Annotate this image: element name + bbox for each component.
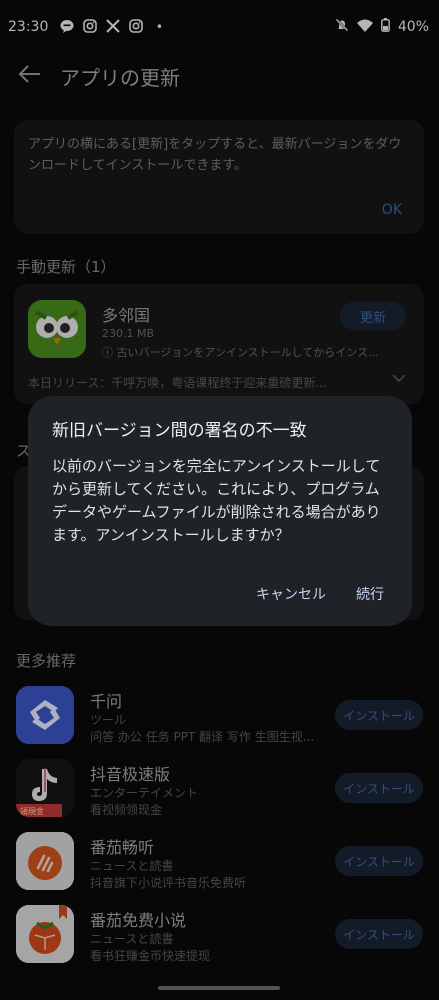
cancel-button[interactable]: キャンセル: [256, 584, 326, 604]
continue-button[interactable]: 続行: [356, 584, 384, 604]
signature-mismatch-dialog: 新旧バージョン間の署名の不一致 以前のバージョンを完全にアンインストールしてから…: [28, 396, 412, 626]
dialog-title: 新旧バージョン間の署名の不一致: [52, 421, 307, 441]
dialog-message: 以前のバージョンを完全にアンインストールしてから更新してください。これにより、プ…: [52, 457, 381, 544]
dialog-actions: キャンセル 続行: [256, 584, 384, 604]
app-update-screen: 23:30 • 40% アプリの更新 アプリの横にある[更新]をタップすると、最…: [0, 0, 439, 1000]
